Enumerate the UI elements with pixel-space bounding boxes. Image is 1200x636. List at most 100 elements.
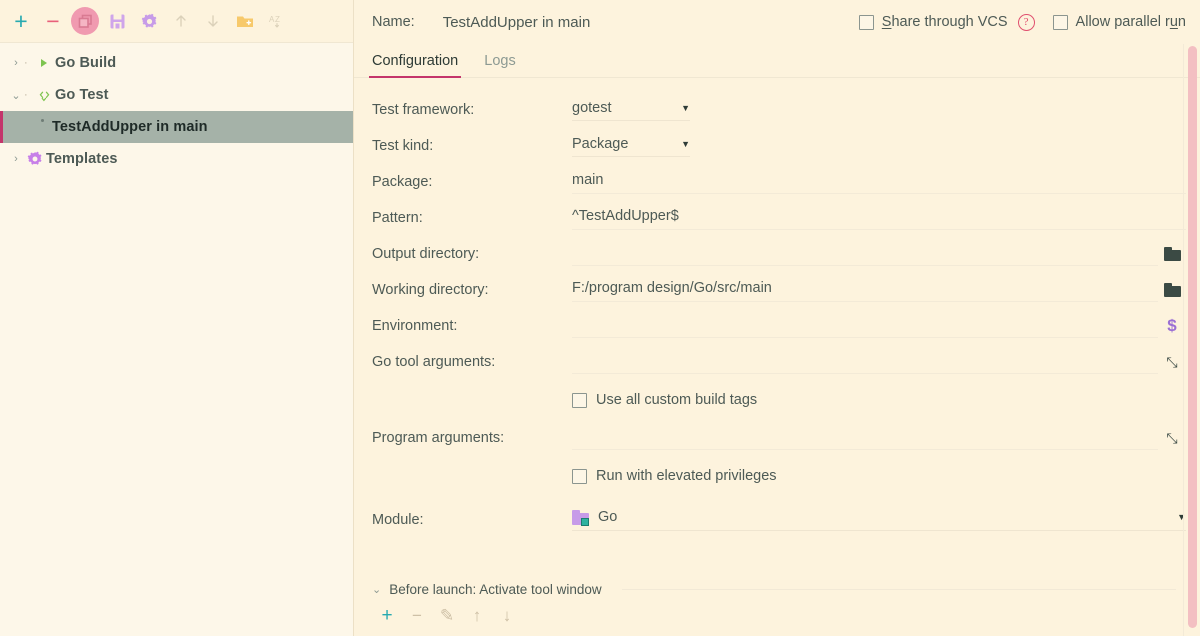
pattern-input[interactable]: ^TestAddUpper$ <box>572 206 1186 230</box>
arrow-up-icon <box>173 13 189 29</box>
minus-icon: − <box>412 606 422 625</box>
move-down-button[interactable] <box>198 6 228 36</box>
remove-task-button[interactable]: − <box>404 604 430 628</box>
move-up-button[interactable] <box>166 6 196 36</box>
checkbox-box[interactable] <box>858 14 874 30</box>
allow-parallel-run-label: Allow parallel run <box>1075 14 1186 30</box>
chevron-down-icon[interactable]: ▼ <box>663 139 690 149</box>
module-value: Go <box>598 509 618 525</box>
scrollbar-thumb[interactable] <box>1188 46 1197 628</box>
pattern-value: ^TestAddUpper$ <box>572 207 679 224</box>
tree-connector: · <box>24 57 28 69</box>
add-task-button[interactable]: + <box>374 604 400 628</box>
checkbox-box[interactable] <box>572 468 587 484</box>
run-with-elevated-privileges-checkbox[interactable]: Run with elevated privileges <box>354 456 1200 496</box>
environment-variables-button[interactable]: $ <box>1158 316 1186 336</box>
environment-label: Environment: <box>372 318 458 334</box>
arrow-up-icon: ↑ <box>472 606 482 625</box>
program-arguments-label: Program arguments: <box>372 430 505 446</box>
program-arguments-expand-button[interactable]: ⤡ <box>1158 430 1186 447</box>
gear-icon <box>141 13 158 30</box>
working-directory-value: F:/program design/Go/src/main <box>572 279 772 296</box>
chevron-down-icon[interactable]: ▼ <box>663 103 690 113</box>
tree-item-go-test[interactable]: ⌄ · Go Test <box>0 79 353 111</box>
copy-icon <box>71 7 99 35</box>
checkbox-box[interactable] <box>572 392 587 408</box>
test-kind-dropdown[interactable]: Package ▼ <box>572 136 690 157</box>
remove-configuration-button[interactable]: − <box>38 6 68 36</box>
go-tool-arguments-input[interactable] <box>572 350 1158 374</box>
field-module: Module: Go ▼ <box>354 502 1200 538</box>
test-framework-label: Test framework: <box>372 102 475 118</box>
allow-parallel-run-checkbox[interactable]: Allow parallel run <box>1052 14 1186 30</box>
environment-input[interactable] <box>572 314 1158 338</box>
use-all-custom-build-tags-checkbox[interactable]: Use all custom build tags <box>354 380 1200 420</box>
use-all-custom-build-tags-label: Use all custom build tags <box>596 392 758 408</box>
chevron-down-icon[interactable]: ▼ <box>1159 512 1186 522</box>
tree-item-label: TestAddUpper in main <box>52 119 208 135</box>
name-input[interactable]: TestAddUpper in main <box>443 14 841 31</box>
tree-item-testaddupper-in-main[interactable]: TestAddUpper in main <box>0 111 353 143</box>
program-arguments-input[interactable] <box>572 426 1158 450</box>
chevron-right-icon[interactable]: › <box>8 153 24 165</box>
package-input[interactable]: main <box>572 170 1186 194</box>
sort-alphabetically-button[interactable]: A Z <box>262 6 292 36</box>
before-launch-section: ⌄ Before launch: Activate tool window + … <box>354 576 1200 636</box>
chevron-down-icon[interactable]: ⌄ <box>372 583 381 596</box>
field-pattern: Pattern: ^TestAddUpper$ <box>354 200 1200 236</box>
output-directory-browse-button[interactable] <box>1158 247 1186 261</box>
pattern-label: Pattern: <box>372 210 423 226</box>
plus-icon: + <box>14 7 28 34</box>
output-directory-input[interactable] <box>572 242 1158 266</box>
configuration-header: Name: TestAddUpper in main Share through… <box>354 0 1200 44</box>
module-dropdown[interactable]: Go ▼ <box>572 509 1186 531</box>
field-test-framework: Test framework: gotest ▼ <box>354 92 1200 128</box>
go-tool-arguments-label: Go tool arguments: <box>372 354 496 370</box>
tree-item-label: Go Test <box>55 87 109 103</box>
test-kind-label: Test kind: <box>372 138 434 154</box>
checkbox-box[interactable] <box>1052 14 1068 30</box>
svg-text:Z: Z <box>275 15 280 24</box>
expand-editor-icon: ⤡ <box>1166 429 1178 446</box>
package-value: main <box>572 171 604 188</box>
working-directory-label: Working directory: <box>372 282 489 298</box>
tree-item-templates[interactable]: › Templates <box>0 143 353 175</box>
working-directory-input[interactable]: F:/program design/Go/src/main <box>572 278 1158 302</box>
section-divider <box>621 588 1176 590</box>
field-package: Package: main <box>354 164 1200 200</box>
field-working-directory: Working directory: F:/program design/Go/… <box>354 272 1200 308</box>
configuration-editor-panel: Name: TestAddUpper in main Share through… <box>354 0 1200 636</box>
test-kind-value: Package <box>572 135 629 152</box>
plus-icon: + <box>381 605 393 626</box>
test-framework-dropdown[interactable]: gotest ▼ <box>572 100 690 121</box>
gear-icon <box>24 151 46 167</box>
vertical-scrollbar[interactable] <box>1188 46 1197 628</box>
go-tool-arguments-expand-button[interactable]: ⤡ <box>1158 354 1186 371</box>
tree-item-go-build[interactable]: › · Go Build <box>0 47 353 79</box>
chevron-down-icon[interactable]: ⌄ <box>8 89 24 102</box>
chevron-right-icon[interactable]: › <box>8 57 24 69</box>
working-directory-browse-button[interactable] <box>1158 283 1186 297</box>
new-folder-button[interactable] <box>230 6 260 36</box>
test-framework-value: gotest <box>572 99 612 116</box>
edit-templates-button[interactable] <box>134 6 164 36</box>
before-launch-title: Before launch: Activate tool window <box>389 581 602 597</box>
tab-logs[interactable]: Logs <box>484 53 515 77</box>
move-task-down-button[interactable]: ↓ <box>494 604 520 628</box>
move-task-up-button[interactable]: ↑ <box>464 604 490 628</box>
tree-item-label: Templates <box>46 151 118 167</box>
field-test-kind: Test kind: Package ▼ <box>354 128 1200 164</box>
tree-connector: · <box>24 89 28 101</box>
edit-task-button[interactable]: ✎ <box>434 604 460 628</box>
share-through-vcs-checkbox[interactable]: Share through VCS <box>858 14 1008 30</box>
save-configuration-button[interactable] <box>102 6 132 36</box>
pencil-icon: ✎ <box>439 606 455 625</box>
configuration-form: Test framework: gotest ▼ Test kind: Pack… <box>354 78 1200 538</box>
copy-configuration-button[interactable] <box>70 6 100 36</box>
tab-configuration[interactable]: Configuration <box>368 53 462 78</box>
help-icon[interactable]: ? <box>1017 13 1035 31</box>
add-configuration-button[interactable]: + <box>6 6 36 36</box>
tree-connector <box>41 119 44 122</box>
before-launch-header[interactable]: ⌄ Before launch: Activate tool window <box>354 576 1200 602</box>
name-label: Name: <box>372 14 415 30</box>
